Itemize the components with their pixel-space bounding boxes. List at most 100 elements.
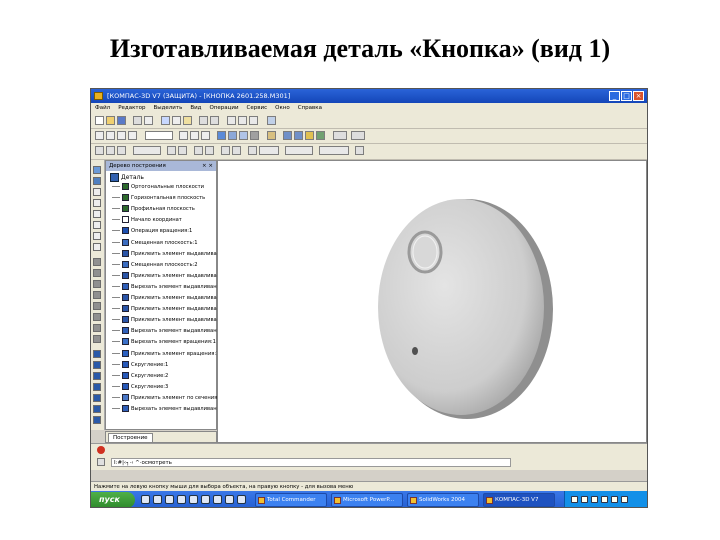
- preview-icon[interactable]: [144, 116, 153, 125]
- tray-app-icon[interactable]: [611, 496, 618, 503]
- section-icon[interactable]: [283, 131, 292, 140]
- menu-window[interactable]: Окно: [271, 103, 294, 111]
- monitor-dropdown[interactable]: [351, 131, 365, 140]
- edit-icon[interactable]: [221, 146, 230, 155]
- tray-lang-icon[interactable]: [571, 496, 578, 503]
- maximize-button[interactable]: □: [621, 91, 632, 101]
- task-solidworks[interactable]: SolidWorks 2004: [407, 493, 479, 507]
- tool-22-icon[interactable]: [93, 405, 101, 413]
- state-combo[interactable]: [259, 146, 279, 155]
- redo-icon[interactable]: [210, 116, 219, 125]
- tool-18-icon[interactable]: [93, 361, 101, 369]
- paste-icon[interactable]: [183, 116, 192, 125]
- tool-2-icon[interactable]: [93, 177, 101, 185]
- tray-update-icon[interactable]: [621, 496, 628, 503]
- tool-21-icon[interactable]: [93, 394, 101, 402]
- tool-17-icon[interactable]: [93, 350, 101, 358]
- tool-3-icon[interactable]: [93, 188, 101, 196]
- menu-file[interactable]: Файл: [91, 103, 114, 111]
- settings-icon[interactable]: [355, 146, 364, 155]
- library-icon[interactable]: [249, 116, 258, 125]
- open-folder-icon[interactable]: [106, 116, 115, 125]
- tool-12-icon[interactable]: [93, 291, 101, 299]
- tool-16-icon[interactable]: [93, 335, 101, 343]
- filter-combo[interactable]: [133, 146, 161, 155]
- tool-13-icon[interactable]: [93, 302, 101, 310]
- tree-item[interactable]: Вырезать элемент выдавливания:1: [112, 282, 228, 292]
- tree-item[interactable]: Скругление:2: [112, 371, 168, 381]
- tool-9-icon[interactable]: [93, 258, 101, 266]
- tray-volume-icon[interactable]: [591, 496, 598, 503]
- menu-edit[interactable]: Редактор: [114, 103, 149, 111]
- task-powerpoint[interactable]: Microsoft PowerP...: [331, 493, 403, 507]
- stop-icon[interactable]: [248, 146, 257, 155]
- style-combo[interactable]: [319, 146, 349, 155]
- quicklaunch-ppt-icon[interactable]: [225, 495, 234, 504]
- menu-operations[interactable]: Операции: [205, 103, 242, 111]
- task-total-commander[interactable]: Total Commander: [255, 493, 327, 507]
- orientation-icon[interactable]: [201, 131, 210, 140]
- zoom-out-icon[interactable]: [106, 131, 115, 140]
- tool-11-icon[interactable]: [93, 280, 101, 288]
- tree-item[interactable]: Приклеить элемент выдавливания:4: [112, 305, 232, 314]
- pan-icon[interactable]: [179, 131, 188, 140]
- tool-8-icon[interactable]: [93, 243, 101, 251]
- quicklaunch-app-icon[interactable]: [237, 495, 246, 504]
- tree-item[interactable]: Профильная плоскость: [112, 205, 195, 214]
- tool-14-icon[interactable]: [93, 313, 101, 321]
- local-cs-icon[interactable]: [194, 146, 203, 155]
- tool-23-icon[interactable]: [93, 416, 101, 424]
- tree-item[interactable]: Операция вращения:1: [112, 227, 192, 236]
- grid-icon[interactable]: [167, 146, 176, 155]
- quicklaunch-excel-icon[interactable]: [213, 495, 222, 504]
- layer-combo[interactable]: [285, 146, 313, 155]
- tray-network-icon[interactable]: [581, 496, 588, 503]
- tree-item[interactable]: Скругление:3: [112, 382, 168, 392]
- tree-item[interactable]: Вырезать элемент выдавливания:3: [112, 405, 228, 414]
- tree-item[interactable]: Приклеить элемент выдавливания:3: [112, 294, 232, 303]
- tree-item[interactable]: Ортогональные плоскости: [112, 183, 204, 192]
- color-icon[interactable]: [316, 131, 325, 140]
- tool-7-icon[interactable]: [93, 232, 101, 240]
- zoom-window-icon[interactable]: [117, 131, 126, 140]
- variables-icon[interactable]: [238, 116, 247, 125]
- tab-construction[interactable]: Построение: [108, 433, 153, 443]
- tree-item[interactable]: Приклеить элемент по сечениям:1: [112, 393, 226, 403]
- sketch-icon[interactable]: [205, 146, 214, 155]
- undo-icon[interactable]: [199, 116, 208, 125]
- cut-tool-icon[interactable]: [161, 116, 170, 125]
- task-kompas[interactable]: КОМПАС-3D V7: [483, 493, 555, 507]
- tree-item[interactable]: Смещенная плоскость:2: [112, 260, 198, 270]
- save-icon[interactable]: [117, 116, 126, 125]
- measure-icon[interactable]: [294, 131, 303, 140]
- tree-item[interactable]: Приклеить элемент выдавливания:5: [112, 316, 232, 325]
- help-icon[interactable]: [267, 116, 276, 125]
- menu-service[interactable]: Сервис: [243, 103, 272, 111]
- tool-4-icon[interactable]: [93, 199, 101, 207]
- rebuild-icon[interactable]: [232, 146, 241, 155]
- quicklaunch-browser-icon[interactable]: [141, 495, 150, 504]
- tree-item[interactable]: Вырезать элемент вращения:1: [112, 338, 216, 347]
- tree-item[interactable]: Начало координат: [112, 216, 182, 225]
- tree-item[interactable]: Приклеить элемент выдавливания:1: [112, 249, 232, 259]
- snap-center-icon[interactable]: [117, 146, 126, 155]
- tree-item[interactable]: Скругление:1: [112, 360, 168, 370]
- tool-19-icon[interactable]: [93, 372, 101, 380]
- quicklaunch-folder-icon[interactable]: [189, 495, 198, 504]
- zoom-all-icon[interactable]: [128, 131, 137, 140]
- properties-icon[interactable]: [227, 116, 236, 125]
- print-icon[interactable]: [133, 116, 142, 125]
- tool-10-icon[interactable]: [93, 269, 101, 277]
- minimize-button[interactable]: _: [609, 91, 620, 101]
- tool-15-icon[interactable]: [93, 324, 101, 332]
- menu-help[interactable]: Справка: [294, 103, 326, 111]
- copy-icon[interactable]: [172, 116, 181, 125]
- zoom-in-icon[interactable]: [95, 131, 104, 140]
- shaded-icon[interactable]: [250, 131, 259, 140]
- tree-item[interactable]: Приклеить элемент вращения:1: [112, 349, 219, 359]
- menu-select[interactable]: Выделить: [149, 103, 186, 111]
- tree-item[interactable]: Приклеить элемент выдавливания:2: [112, 271, 232, 281]
- rotate-view-icon[interactable]: [190, 131, 199, 140]
- tool-6-icon[interactable]: [93, 221, 101, 229]
- quicklaunch-word-icon[interactable]: [201, 495, 210, 504]
